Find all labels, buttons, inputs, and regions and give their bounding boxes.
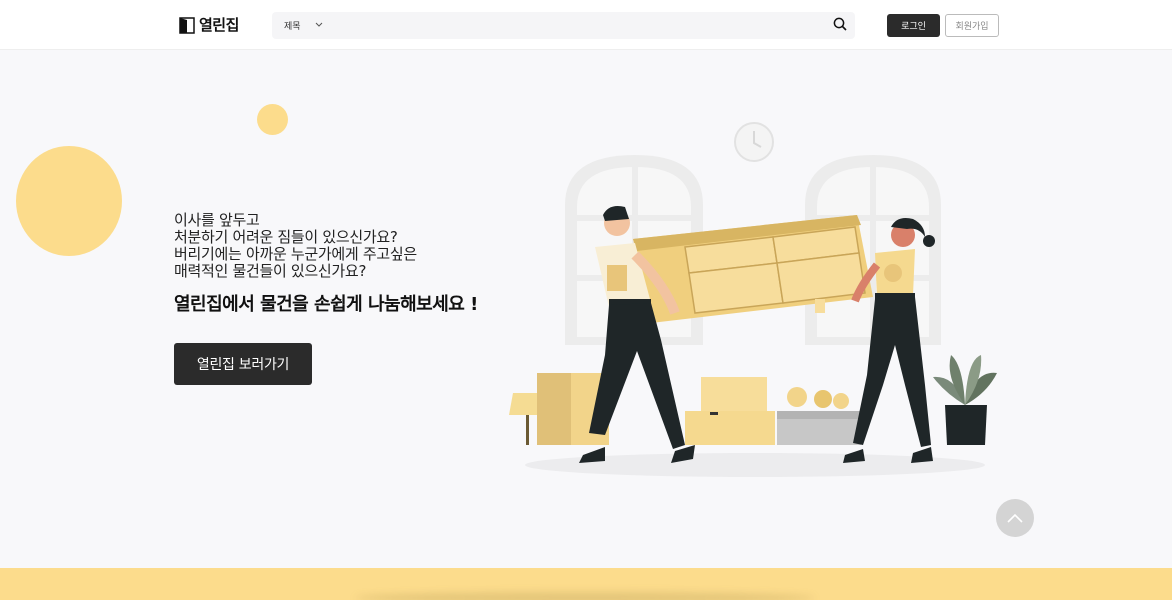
- decor-circle-large: [16, 146, 122, 256]
- footer-shadow: [355, 592, 815, 600]
- hero-line: 버리기에는 아까운 누군가에게 주고싶은: [174, 245, 417, 263]
- decor-circle-small: [257, 104, 288, 135]
- hero-line: 이사를 앞두고: [174, 211, 260, 229]
- hero-line: 처분하기 어려운 짐들이 있으신가요?: [174, 228, 398, 246]
- login-button[interactable]: 로그인: [887, 14, 940, 37]
- door-icon: [179, 16, 195, 34]
- browse-button[interactable]: 열린집 보러가기: [174, 343, 312, 385]
- clock-icon: [734, 122, 774, 162]
- logo[interactable]: 열린집: [179, 14, 239, 35]
- search-button[interactable]: [825, 12, 855, 39]
- chevron-up-icon: [1006, 509, 1024, 528]
- top-header: 열린집 제목 로그인 회원가입: [0, 0, 1172, 50]
- search-bar: 제목: [272, 12, 855, 39]
- scroll-top-button[interactable]: [996, 499, 1034, 537]
- search-icon: [833, 16, 847, 35]
- signup-button[interactable]: 회원가입: [945, 14, 999, 37]
- logo-text: 열린집: [199, 16, 239, 34]
- moving-illustration: [505, 115, 1005, 485]
- search-type-select[interactable]: 제목: [272, 19, 342, 32]
- plant: [933, 355, 997, 445]
- hero-line: 매력적인 물건들이 있으신가요?: [174, 262, 367, 280]
- hero-description: 이사를 앞두고 처분하기 어려운 짐들이 있으신가요? 버리기에는 아까운 누군…: [174, 212, 417, 280]
- search-type-value: 제목: [284, 22, 301, 32]
- search-input[interactable]: [342, 12, 825, 39]
- chevron-down-icon: [315, 21, 323, 31]
- hero-title: 열린집에서 물건을 손쉽게 나눔해보세요 !: [174, 294, 478, 315]
